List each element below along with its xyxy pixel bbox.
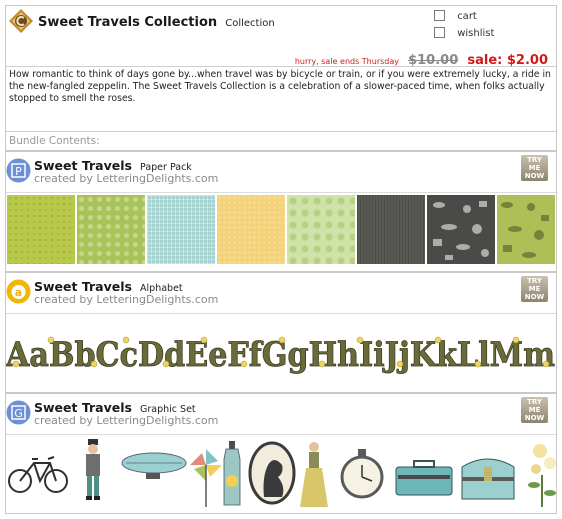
paper-swatch [77, 195, 145, 264]
alphabet-sample: AaBbCcDdEeFfGgHhIiJjKkLlMm [6, 316, 556, 388]
graphic-sample-strip [6, 437, 556, 513]
bicycle-graphic [8, 456, 68, 493]
svg-text:G: G [14, 407, 23, 420]
try-me-now-button[interactable]: TRY ME NOW [521, 155, 548, 181]
pinwheel-graphic [190, 449, 222, 507]
paper-swatch [7, 195, 75, 264]
paper-swatch [427, 195, 495, 264]
try-me-now-button[interactable]: TRY ME NOW [521, 276, 548, 302]
collection-description: How romantic to think of days gone by...… [9, 69, 551, 104]
try-me-now-button[interactable]: TRY ME NOW [521, 397, 548, 423]
suitcase-graphic [395, 460, 453, 496]
paper-swatch [217, 195, 285, 264]
pocket-watch-graphic [340, 449, 384, 499]
paper-swatch [147, 195, 215, 264]
product-panel: Sweet Travels Collection Collection cart… [5, 5, 557, 514]
sale-deadline: hurry, sale ends Thursday [294, 57, 399, 66]
ornate-c-logo-icon [8, 8, 34, 34]
cart-option[interactable]: cart [434, 10, 477, 22]
collection-title-name: Sweet Travels Collection [38, 15, 218, 30]
cart-checkbox[interactable] [434, 10, 445, 21]
trunk-graphic [461, 458, 515, 500]
roses-graphic [528, 444, 556, 507]
wishlist-label: wishlist [457, 28, 495, 39]
zeppelin-graphic [121, 452, 187, 479]
bundle-contents-label: Bundle Contents: [6, 131, 556, 150]
svg-text:a: a [15, 286, 22, 299]
svg-text:P: P [15, 165, 22, 178]
paper-swatch [497, 195, 555, 264]
product-name: Sweet Travels [34, 400, 132, 415]
collection-title: Sweet Travels Collection Collection [38, 11, 275, 30]
cart-label: cart [457, 11, 477, 22]
lady-graphic [300, 442, 328, 507]
sale-price: sale: $2.00 [467, 53, 548, 68]
bottle-graphic [223, 441, 241, 506]
paper-swatch-strip [6, 195, 556, 264]
product-paper-pack: P Sweet Travels Paper Pack created by Le… [6, 150, 556, 273]
product-header-graphic-set: G Sweet Travels Graphic Set created by L… [6, 394, 556, 435]
paper-swatch [287, 195, 355, 264]
product-header: Sweet Travels Collection Collection cart… [6, 6, 556, 68]
gentleman-graphic [86, 439, 100, 500]
price-line: hurry, sale ends Thursday $10.00 sale: $… [295, 49, 548, 68]
graphic-set-icon: G [6, 400, 31, 425]
product-graphic-set: G Sweet Travels Graphic Set created by L… [6, 392, 556, 515]
product-header-paper-pack: P Sweet Travels Paper Pack created by Le… [6, 152, 556, 193]
product-header-alphabet: a Sweet Travels Alphabet created by Lett… [6, 273, 556, 314]
product-creator: created by LetteringDelights.com [34, 414, 219, 427]
paper-pack-icon: P [6, 158, 31, 183]
product-creator: created by LetteringDelights.com [34, 293, 219, 306]
alphabet-icon: a [6, 279, 31, 304]
wishlist-option[interactable]: wishlist [434, 27, 494, 39]
product-name: Sweet Travels [34, 158, 132, 173]
product-creator: created by LetteringDelights.com [34, 172, 219, 185]
original-price: $10.00 [408, 53, 459, 68]
paper-swatch [357, 195, 425, 264]
wishlist-checkbox[interactable] [434, 27, 445, 38]
product-alphabet: a Sweet Travels Alphabet created by Lett… [6, 271, 556, 393]
collection-title-type: Collection [225, 18, 275, 29]
cameo-graphic [248, 441, 296, 505]
product-name: Sweet Travels [34, 279, 132, 294]
